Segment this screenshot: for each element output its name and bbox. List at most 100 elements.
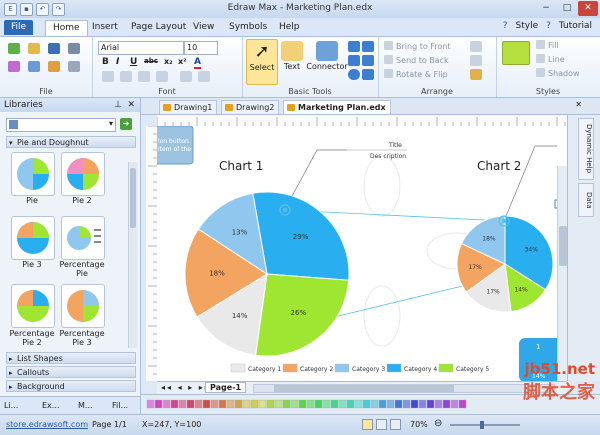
- color-swatch[interactable]: [282, 399, 291, 409]
- section-list-shapes[interactable]: List Shapes: [6, 352, 136, 365]
- store-link[interactable]: store.edrawsoft.com: [6, 420, 88, 429]
- drawing-canvas[interactable]: lon button item of the Title Des criptio…: [157, 126, 567, 381]
- line-tool-icon[interactable]: [348, 41, 360, 52]
- shadow-button[interactable]: Shadow: [536, 68, 580, 80]
- ellipse-tool-icon[interactable]: [348, 69, 360, 80]
- color-swatch[interactable]: [362, 399, 371, 409]
- tab-file[interactable]: File: [4, 20, 34, 35]
- save-icon[interactable]: [48, 43, 60, 54]
- section-background[interactable]: Background: [6, 380, 136, 393]
- color-swatch[interactable]: [274, 399, 283, 409]
- strikethrough-button[interactable]: abc: [144, 57, 158, 65]
- color-swatch[interactable]: [218, 399, 227, 409]
- shape-thumb-pie-3[interactable]: [11, 216, 55, 260]
- print-icon[interactable]: [68, 43, 80, 54]
- zoom-slider[interactable]: [450, 421, 520, 429]
- color-swatch[interactable]: [450, 399, 459, 409]
- page-nav-arrows[interactable]: ◂◂ ◂ ▸ ▸▸: [161, 383, 211, 392]
- tab-view[interactable]: View: [186, 20, 221, 35]
- color-swatch[interactable]: [338, 399, 347, 409]
- copy-icon[interactable]: [28, 61, 40, 72]
- pie-chart-2[interactable]: 34% 14% 17% 17% 18%: [456, 215, 554, 313]
- send-to-back-button[interactable]: Send to Back: [384, 55, 449, 67]
- doc-tab-marketing-plan[interactable]: Marketing Plan.edx: [283, 100, 391, 114]
- color-swatch[interactable]: [234, 399, 243, 409]
- color-swatch[interactable]: [410, 399, 419, 409]
- shrink-font-icon[interactable]: [120, 71, 132, 82]
- shape-thumb-percentage-pie-3[interactable]: [61, 284, 105, 328]
- polygon-tool-icon[interactable]: [362, 69, 374, 80]
- doc-tab-drawing1[interactable]: Drawing1: [159, 100, 218, 114]
- color-swatch[interactable]: [210, 399, 219, 409]
- lock-icon[interactable]: [470, 69, 482, 80]
- align-icon[interactable]: [138, 71, 150, 82]
- color-swatch[interactable]: [442, 399, 451, 409]
- pie-chart-1[interactable]: 29% 26% 14% 18% 13%: [184, 191, 350, 357]
- color-swatch[interactable]: [194, 399, 203, 409]
- color-swatch[interactable]: [402, 399, 411, 409]
- color-swatch[interactable]: [226, 399, 235, 409]
- shape-thumb-percentage-pie-2[interactable]: [11, 284, 55, 328]
- fill-button[interactable]: Fill: [536, 40, 559, 52]
- doc-tab-drawing2[interactable]: Drawing2: [221, 100, 280, 114]
- color-swatch[interactable]: [186, 399, 195, 409]
- bullets-icon[interactable]: [156, 71, 168, 82]
- indent-icon[interactable]: [180, 71, 192, 82]
- panel-tab-libraries[interactable]: Li...: [4, 401, 18, 410]
- color-swatch[interactable]: [202, 399, 211, 409]
- underline-button[interactable]: U: [130, 57, 137, 67]
- color-swatch[interactable]: [346, 399, 355, 409]
- color-swatch[interactable]: [146, 399, 155, 409]
- color-swatch[interactable]: [458, 399, 467, 409]
- fit-page-icon[interactable]: [390, 419, 401, 430]
- shape-thumb-pie-2[interactable]: [61, 152, 105, 196]
- canvas-vertical-scrollbar[interactable]: [557, 166, 567, 381]
- library-select[interactable]: ▾: [6, 118, 116, 132]
- pin-icon[interactable]: ⊥: [114, 98, 122, 112]
- scrollbar-thumb[interactable]: [130, 168, 136, 228]
- panel-tab-explorer[interactable]: Ex...: [42, 401, 59, 410]
- tutorial-link[interactable]: Tutorial: [559, 21, 592, 31]
- style-menu[interactable]: Style: [516, 21, 539, 31]
- color-swatch[interactable]: [258, 399, 267, 409]
- color-swatch[interactable]: [322, 399, 331, 409]
- color-swatch[interactable]: [298, 399, 307, 409]
- zoom-out-icon[interactable]: ⊖: [434, 418, 442, 429]
- color-swatch[interactable]: [378, 399, 387, 409]
- group-objects-icon[interactable]: [470, 55, 482, 66]
- pie-charts[interactable]: lon button item of the Title Des criptio…: [157, 126, 567, 381]
- cut-icon[interactable]: [8, 61, 20, 72]
- scrollbar-thumb[interactable]: [274, 385, 454, 392]
- color-swatch[interactable]: [386, 399, 395, 409]
- color-swatch[interactable]: [354, 399, 363, 409]
- close-button[interactable]: ✕: [578, 1, 598, 16]
- section-pie-doughnut[interactable]: Pie and Doughnut: [6, 136, 136, 149]
- maximize-button[interactable]: □: [557, 1, 577, 16]
- zoom-slider-thumb[interactable]: [480, 421, 484, 429]
- color-swatch[interactable]: [290, 399, 299, 409]
- italic-button[interactable]: I: [116, 57, 119, 67]
- color-swatch[interactable]: [434, 399, 443, 409]
- color-swatch[interactable]: [418, 399, 427, 409]
- color-swatch[interactable]: [426, 399, 435, 409]
- text-tool-button[interactable]: Text: [278, 39, 306, 83]
- shape-style-icon[interactable]: [502, 41, 530, 65]
- color-swatch[interactable]: [306, 399, 315, 409]
- align-objects-icon[interactable]: [470, 41, 482, 52]
- shape-thumb-pie[interactable]: [11, 152, 55, 196]
- dynamic-help-tab[interactable]: Dynamic Help: [578, 118, 594, 180]
- crop-tool-icon[interactable]: [362, 55, 374, 66]
- connector-tool-button[interactable]: Connector: [306, 39, 348, 83]
- close-icon[interactable]: ✕: [127, 98, 135, 112]
- data-tab[interactable]: Data: [578, 183, 594, 217]
- library-scrollbar[interactable]: [128, 162, 137, 348]
- open-icon[interactable]: [28, 43, 40, 54]
- new-icon[interactable]: [8, 43, 20, 54]
- rotate-flip-button[interactable]: Rotate & Flip: [384, 69, 448, 81]
- close-icon[interactable]: ✕: [575, 100, 582, 109]
- color-swatch[interactable]: [242, 399, 251, 409]
- pen-tool-icon[interactable]: [362, 41, 374, 52]
- shape-thumb-percentage-pie[interactable]: [61, 216, 105, 260]
- color-swatch[interactable]: [314, 399, 323, 409]
- color-swatch[interactable]: [170, 399, 179, 409]
